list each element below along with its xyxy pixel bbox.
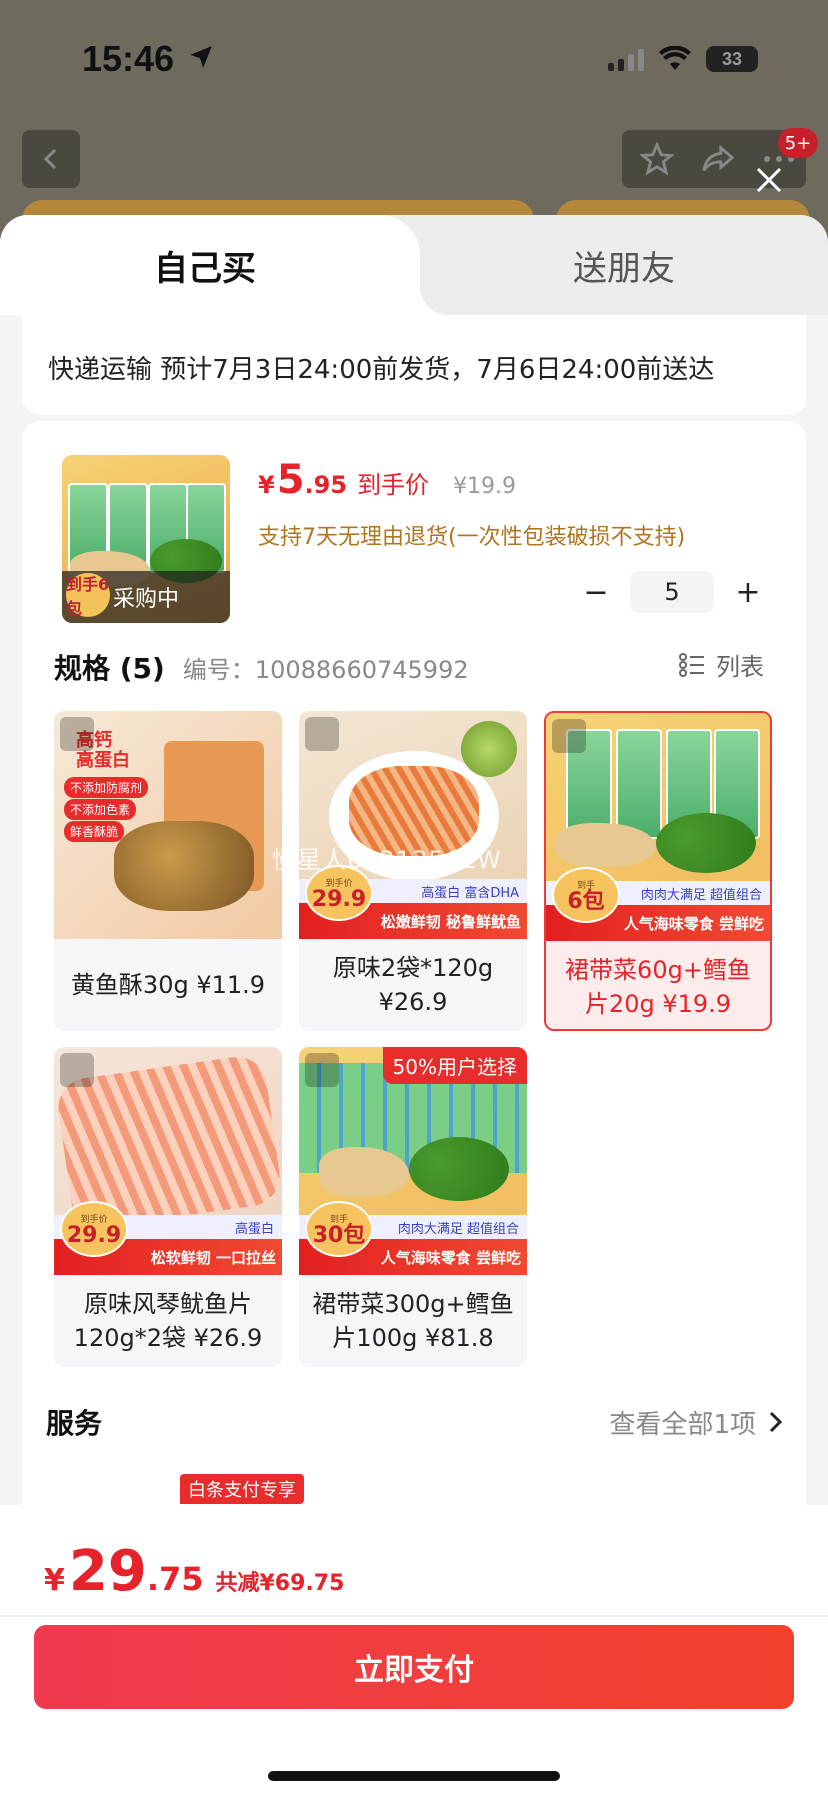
pay-now-button[interactable]: 立即支付 [34, 1625, 794, 1709]
tab-self-buy[interactable]: 自己买 [0, 215, 450, 315]
chevron-right-icon [769, 1411, 783, 1433]
list-toggle-label: 列表 [716, 653, 764, 681]
spec-option-label: 原味2袋*120g ¥26.9 [332, 954, 494, 1016]
list-icon [679, 652, 704, 677]
price-int: 5 [276, 457, 305, 503]
decrease-button[interactable]: − [578, 574, 614, 610]
spec-option-price-badge: 到手价 29.9 [60, 1201, 128, 1257]
quantity-stepper: − 5 + [578, 571, 766, 613]
zoom-icon[interactable] [60, 717, 94, 751]
service-link-label: 查看全部1项 [609, 1409, 756, 1440]
total-saved: 共减¥69.75 [215, 1571, 345, 1596]
thumb-badge: 到手6包 [66, 573, 110, 618]
spec-option-tag: 不添加色素 [64, 799, 137, 820]
spec-option-tag: 鲜香酥脆 [64, 821, 125, 842]
zoom-icon[interactable] [305, 1053, 339, 1087]
spec-option-price-badge: 到手 6包 [552, 867, 620, 923]
spec-header: 规格 (5) 编号：10088660745992 [54, 647, 469, 687]
location-arrow-icon [190, 46, 212, 68]
zoom-icon[interactable] [305, 717, 339, 751]
total-dec: .75 [146, 1560, 204, 1598]
spec-title: 规格 (5) [54, 652, 165, 685]
price-tag: 到手价 [357, 471, 430, 499]
spec-option-tag: 不添加防腐剂 [64, 777, 149, 798]
product-card: 到手6包 采购中 ¥ 5 .95 到手价 ¥19.9 支持7天无理由退货(一次性… [22, 421, 806, 1551]
star-icon[interactable] [640, 142, 674, 176]
list-view-toggle[interactable]: 列表 [678, 647, 764, 682]
spec-option-label: 裙带菜60g+鳕鱼片20g ¥19.9 [565, 956, 751, 1018]
cellular-signal-icon [608, 47, 644, 71]
notification-badge: 5+ [778, 128, 818, 158]
wifi-icon [659, 46, 691, 70]
zoom-icon[interactable] [552, 719, 586, 753]
increase-button[interactable]: + [730, 574, 766, 610]
price-symbol: ¥ [258, 471, 275, 499]
purchase-tabs: 自己买 送朋友 [0, 215, 828, 315]
shipping-info: 快递运输 预计7月3日24:00前发货，7月6日24:00前送达 [22, 315, 806, 415]
badge-price: 6包 [567, 888, 605, 914]
spec-option-price-badge: 到手 30包 [305, 1201, 373, 1257]
product-thumbnail[interactable]: 到手6包 采购中 [62, 455, 230, 623]
quantity-field[interactable]: 5 [630, 571, 714, 613]
share-icon[interactable] [700, 142, 736, 176]
watermark: 慢星人6921354EW [272, 846, 502, 874]
spec-code: 编号：10088660745992 [183, 650, 469, 685]
badge-price: 30包 [312, 1222, 366, 1248]
spec-option[interactable]: 肉肉大满足 超值组合 人气海味零食 尝鲜吃 到手 30包 50%用户选择 裙带菜3… [299, 1047, 527, 1367]
divider [0, 1615, 828, 1617]
badge-price: 29.9 [311, 886, 367, 912]
status-time: 15:46 [82, 38, 175, 79]
back-button[interactable] [22, 130, 80, 188]
close-icon[interactable] [754, 165, 784, 195]
service-title: 服务 [46, 1407, 103, 1440]
chevron-left-icon [43, 148, 57, 170]
battery-icon: 33 [706, 46, 758, 72]
service-link[interactable]: 查看全部1项 [609, 1404, 804, 1441]
return-policy: 支持7天无理由退货(一次性包装破损不支持) [258, 525, 686, 550]
tab-gift-friend[interactable]: 送朋友 [420, 215, 828, 315]
price-dec: .95 [304, 471, 348, 499]
zoom-icon[interactable] [60, 1053, 94, 1087]
spec-option[interactable]: 高蛋白 松软鲜韧 一口拉丝 到手价 29.9 原味风琴鱿鱼片120g*2袋 ¥26… [54, 1047, 282, 1367]
promo-badge: 50%用户选择 [382, 1047, 527, 1084]
spec-code-label: 编号： [182, 656, 255, 684]
spec-option-label: 原味风琴鱿鱼片120g*2袋 ¥26.9 [73, 1290, 263, 1352]
total-symbol: ¥ [44, 1563, 65, 1598]
checkout-bar: ¥ 29 .75 共减¥69.75 立即支付 [0, 1505, 828, 1796]
service-row[interactable]: 服务 查看全部1项 [24, 1392, 804, 1452]
price-line: ¥ 5 .95 到手价 ¥19.9 [258, 457, 516, 503]
service-tag: 白条支付专享 [180, 1474, 304, 1504]
total-int: 29 [68, 1539, 147, 1604]
spec-code-value: 10088660745992 [254, 656, 469, 684]
total-price: ¥ 29 .75 共减¥69.75 [44, 1539, 344, 1604]
original-price: ¥19.9 [453, 474, 517, 499]
home-indicator [268, 1771, 560, 1781]
spec-option-label: 黄鱼酥30g ¥11.9 [70, 971, 266, 999]
spec-option-label: 裙带菜300g+鳕鱼片100g ¥81.8 [312, 1290, 514, 1352]
spec-option[interactable]: 高钙 高蛋白 不添加防腐剂 不添加色素 鲜香酥脆 黄鱼酥30g ¥11.9 [54, 711, 282, 1031]
status-bar: 15:46 33 [0, 0, 828, 120]
spec-option-selected[interactable]: 肉肉大满足 超值组合 人气海味零食 尝鲜吃 到手 6包 裙带菜60g+鳕鱼片20g… [544, 711, 772, 1031]
badge-price: 29.9 [66, 1222, 122, 1248]
